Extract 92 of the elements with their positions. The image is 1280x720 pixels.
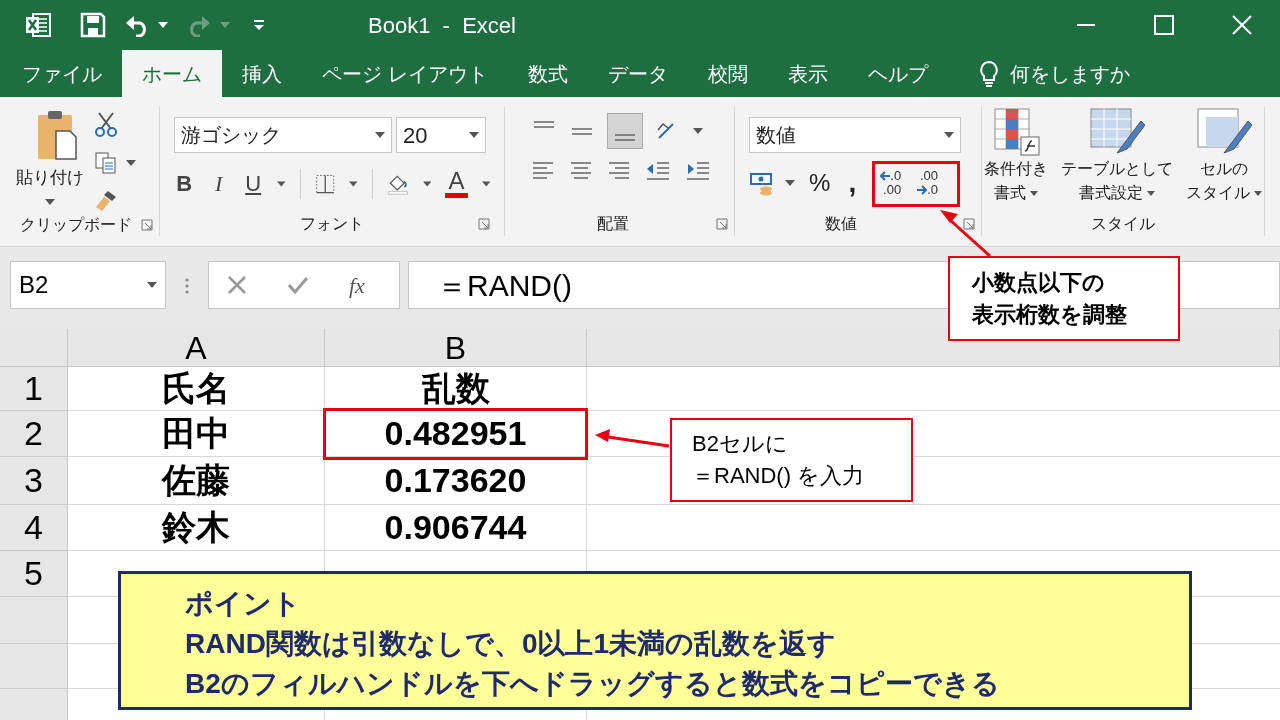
column-header: B [325,329,587,367]
drag-handle-icon[interactable] [184,277,190,295]
callout-tooltip: B2セルに ＝RAND() を入力 [670,418,913,502]
caret-icon [375,132,385,138]
row-header: 4 [0,505,68,551]
callout-tooltip: 小数点以下の 表示桁数を調整 [948,256,1180,341]
style-gallery-button[interactable]: テーブルとして 書式設定 [1061,107,1173,205]
caret-icon[interactable] [481,180,491,187]
caret-icon [1254,190,1262,196]
format-painter-icon[interactable] [94,189,118,213]
arrow [940,210,991,258]
font-size-dropdown[interactable]: 20 [396,117,486,153]
caret-icon[interactable] [158,22,168,28]
ribbon-tab[interactable]: 表示 [767,50,848,97]
italic-button[interactable]: I [208,167,229,200]
ribbon-tab[interactable]: ホーム [122,50,222,97]
note-box: ポイント RAND関数は引数なしで、0以上1未満の乱数を返す B2のフィルハンドルを下へドラッグすると数式をコピーできる [118,571,1192,710]
table-cell: 氏名 [68,367,325,411]
row-header: 1 [0,367,68,411]
caret-icon[interactable] [785,180,795,186]
window-title: Book1 - Excel [368,11,516,40]
caret-icon[interactable] [349,180,358,187]
excel-logo-icon[interactable] [24,11,52,39]
ribbon-tab[interactable]: ファイル [2,50,122,97]
left-arrow-icon [880,171,891,181]
ribbon-tab[interactable]: ページ レイアウト [302,50,508,97]
ribbon-tab[interactable]: 数式 [507,50,588,97]
name-box[interactable]: B2 [10,261,166,309]
number-format-dropdown[interactable]: 数値 [749,117,961,153]
caret-icon[interactable] [277,180,286,187]
currency-icon[interactable] [749,170,775,196]
right-arrow-icon [917,185,928,195]
caret-icon [1147,190,1155,196]
dialog-launcher-icon[interactable] [963,218,975,230]
maximize-icon[interactable] [1154,15,1174,35]
ribbon-tab[interactable]: 校閲 [687,50,768,97]
percent-style-button[interactable]: % [809,165,831,201]
cancel-icon[interactable] [227,275,247,295]
insert-function-button[interactable]: fx [349,268,365,302]
customize-dropdown-icon[interactable] [252,19,266,31]
row-header: 2 [0,411,68,457]
decrease-indent-icon[interactable] [645,159,671,183]
caret-icon [944,132,954,138]
row-header: 3 [0,457,68,505]
table-cell: 田中 [68,411,325,457]
group-label: クリップボード [20,215,132,235]
style-gallery-button[interactable]: セルの スタイル [1186,107,1262,205]
group-label: 数値 [825,214,857,234]
paste-button[interactable]: 貼り付け [16,109,84,213]
column-header: A [68,329,325,367]
dialog-launcher-icon[interactable] [478,218,490,230]
close-icon[interactable] [1232,15,1252,35]
group-label: フォント [300,214,364,234]
caret-icon [147,282,157,288]
check-icon[interactable] [287,275,309,295]
lightbulb-icon[interactable] [977,59,1000,88]
caret-icon [45,198,55,205]
table-cell: 佐藤 [68,457,325,505]
increase-decimal-button[interactable]: .0 .00 [880,169,902,197]
row-header [0,597,68,644]
ribbon-tab[interactable]: データ [587,50,688,97]
save-icon[interactable] [80,12,106,38]
bottom-align-icon[interactable] [607,113,643,149]
caret-icon[interactable] [422,180,432,187]
table-cell: 乱数 [325,367,587,411]
dialog-launcher-icon[interactable] [141,219,153,231]
cell-styles-icon [1196,107,1252,157]
table-format-icon [1089,107,1145,157]
caret-icon[interactable] [693,128,703,134]
table-cell: 0.173620 [325,457,587,505]
dialog-launcher-icon[interactable] [716,218,728,230]
underline-button[interactable]: U [242,167,264,200]
table-cell: 0.906744 [325,505,587,551]
table-cell: 0.482951 [325,411,587,457]
font-name-dropdown[interactable]: 游ゴシック [174,117,392,153]
caret-icon[interactable] [126,160,136,166]
ribbon-tab[interactable]: 挿入 [222,50,302,97]
bold-button[interactable]: B [174,167,195,200]
table-cell: 鈴木 [68,505,325,551]
style-gallery-button[interactable]: 条件付き 書式 [984,107,1048,205]
ribbon-tab[interactable]: ヘルプ [847,50,948,97]
caret-icon [469,132,479,138]
increase-indent-icon[interactable] [685,159,711,183]
tell-me-search[interactable]: 何をしますか [1009,58,1130,89]
caret-icon [1030,190,1038,196]
font-color-button[interactable]: A [445,169,468,198]
row-header: 5 [0,551,68,597]
decrease-decimal-button[interactable]: .00 .0 [917,169,939,197]
group-label: 配置 [597,214,629,234]
conditional-format-icon [991,107,1041,157]
group-label: スタイル [1091,214,1155,234]
scissors-icon[interactable] [94,111,118,137]
